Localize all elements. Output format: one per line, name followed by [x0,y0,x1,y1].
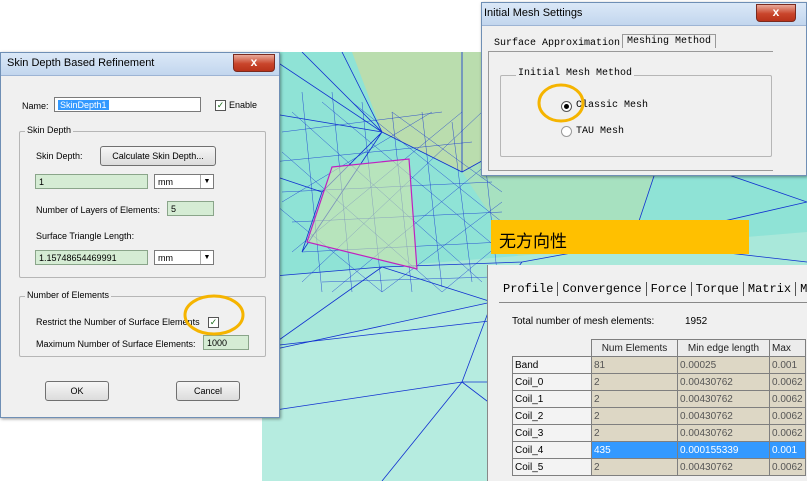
cell-min-edge[interactable]: 0.00430762 [677,373,770,391]
tab-meshing-method[interactable]: Meshing Method [622,34,717,48]
skin-depth-dialog: Skin Depth Based Refinement x Name: Skin… [0,52,280,418]
cell-max[interactable]: 0.0062 [769,373,806,391]
header-max[interactable]: Max [769,339,806,357]
tab-convergence[interactable]: Convergence [558,282,647,296]
close-button[interactable]: x [756,4,796,22]
title-bar: Initial Mesh Settings x [482,3,806,26]
max-elements-label: Maximum Number of Surface Elements: [36,339,196,349]
cell-num-elements[interactable]: 2 [591,424,678,442]
tab-surface-approximation[interactable]: Surface Approximation [494,38,620,49]
table-row[interactable]: Coil_4 435 0.000155339 0.001 [512,441,806,459]
enable-label: Enable [229,100,258,110]
cancel-button[interactable]: Cancel [176,381,240,401]
mesh-stats-tabs: Profile Convergence Force Torque Matrix M [499,282,807,302]
ok-button[interactable]: OK [45,381,109,401]
row-name[interactable]: Coil_0 [512,373,592,391]
table-row[interactable]: Coil_5 2 0.00430762 0.0062 [512,458,806,476]
cell-min-edge[interactable]: 0.000155339 [677,441,770,459]
skin-depth-group-label: Skin Depth [25,125,74,135]
cell-num-elements[interactable]: 2 [591,373,678,391]
cell-num-elements[interactable]: 2 [591,390,678,408]
calculate-skin-depth-button[interactable]: Calculate Skin Depth... [100,146,216,166]
skin-depth-label: Skin Depth: [36,151,83,161]
tab-profile[interactable]: Profile [499,282,559,296]
initial-mesh-dialog: Initial Mesh Settings x Surface Approxim… [481,2,807,176]
triangle-unit-select[interactable]: mm ▼ [154,250,214,265]
row-name[interactable]: Coil_3 [512,424,592,442]
number-of-elements-group-label: Number of Elements [25,290,112,300]
triangle-length-input[interactable]: 1.15748654469991 [35,250,148,265]
cell-max[interactable]: 0.0062 [769,424,806,442]
enable-checkbox[interactable]: ✓ [215,100,226,111]
initial-mesh-method-label: Initial Mesh Method [516,68,635,79]
tab-more[interactable]: M [796,282,807,296]
header-corner [512,339,592,357]
restrict-label: Restrict the Number of Surface Elements [36,317,200,327]
row-name[interactable]: Coil_5 [512,458,592,476]
table-header: Num Elements Min edge length Max [512,339,806,357]
row-name[interactable]: Coil_4 [512,441,592,459]
cell-max[interactable]: 0.0062 [769,407,806,425]
cell-min-edge[interactable]: 0.00430762 [677,458,770,476]
row-name[interactable]: Coil_1 [512,390,592,408]
cell-max[interactable]: 0.0062 [769,390,806,408]
chevron-down-icon: ▼ [200,175,213,188]
tab-underline [499,302,807,303]
table-row[interactable]: Coil_3 2 0.00430762 0.0062 [512,424,806,442]
highlight-ring [183,294,245,336]
table-row[interactable]: Coil_0 2 0.00430762 0.0062 [512,373,806,391]
classic-mesh-label: Classic Mesh [576,100,649,111]
cell-max[interactable]: 0.0062 [769,458,806,476]
cell-min-edge[interactable]: 0.00430762 [677,407,770,425]
name-input[interactable]: SkinDepth1 [54,97,201,112]
cell-min-edge[interactable]: 0.00430762 [677,390,770,408]
total-elements-label: Total number of mesh elements: [512,316,655,327]
cell-max[interactable]: 0.001 [769,356,806,374]
tab-matrix[interactable]: Matrix [743,282,797,296]
dialog-title: Initial Mesh Settings [484,7,583,19]
cell-num-elements[interactable]: 81 [591,356,678,374]
chevron-down-icon: ▼ [200,251,213,264]
name-value: SkinDepth1 [58,100,109,110]
row-name[interactable]: Coil_2 [512,407,592,425]
total-elements-value: 1952 [685,316,708,327]
triangle-length-label: Surface Triangle Length: [36,231,135,241]
layers-label: Number of Layers of Elements: [36,205,161,215]
row-name[interactable]: Band [512,356,592,374]
skin-depth-unit-value: mm [158,177,173,187]
title-bar: Skin Depth Based Refinement x [1,53,279,76]
cell-min-edge[interactable]: 0.00430762 [677,424,770,442]
tab-torque[interactable]: Torque [691,282,744,296]
dialog-title: Skin Depth Based Refinement [7,57,155,69]
radio-tau-mesh[interactable] [561,126,572,137]
skin-depth-unit-select[interactable]: mm ▼ [154,174,214,189]
table-row[interactable]: Coil_1 2 0.00430762 0.0062 [512,390,806,408]
table-row[interactable]: Band 81 0.00025 0.001 [512,356,806,374]
cell-num-elements[interactable]: 2 [591,458,678,476]
cell-num-elements[interactable]: 435 [591,441,678,459]
skin-depth-input[interactable]: 1 [35,174,148,189]
layers-input[interactable]: 5 [167,201,214,216]
header-num-elements[interactable]: Num Elements [591,339,678,357]
highlight-ring [537,83,585,123]
annotation-text: 无方向性 [499,232,567,251]
mesh-stats-table: Num Elements Min edge length Max Band 81 0… [512,339,806,476]
triangle-unit-value: mm [158,253,173,263]
annotation-banner: 无方向性 [491,220,749,254]
cell-num-elements[interactable]: 2 [591,407,678,425]
tau-mesh-label: TAU Mesh [576,126,625,137]
name-label: Name: [22,101,49,111]
cell-min-edge[interactable]: 0.00025 [677,356,770,374]
cell-max[interactable]: 0.001 [769,441,806,459]
tab-force[interactable]: Force [646,282,692,296]
close-button[interactable]: x [233,54,275,72]
table-row[interactable]: Coil_2 2 0.00430762 0.0062 [512,407,806,425]
header-min-edge[interactable]: Min edge length [677,339,770,357]
